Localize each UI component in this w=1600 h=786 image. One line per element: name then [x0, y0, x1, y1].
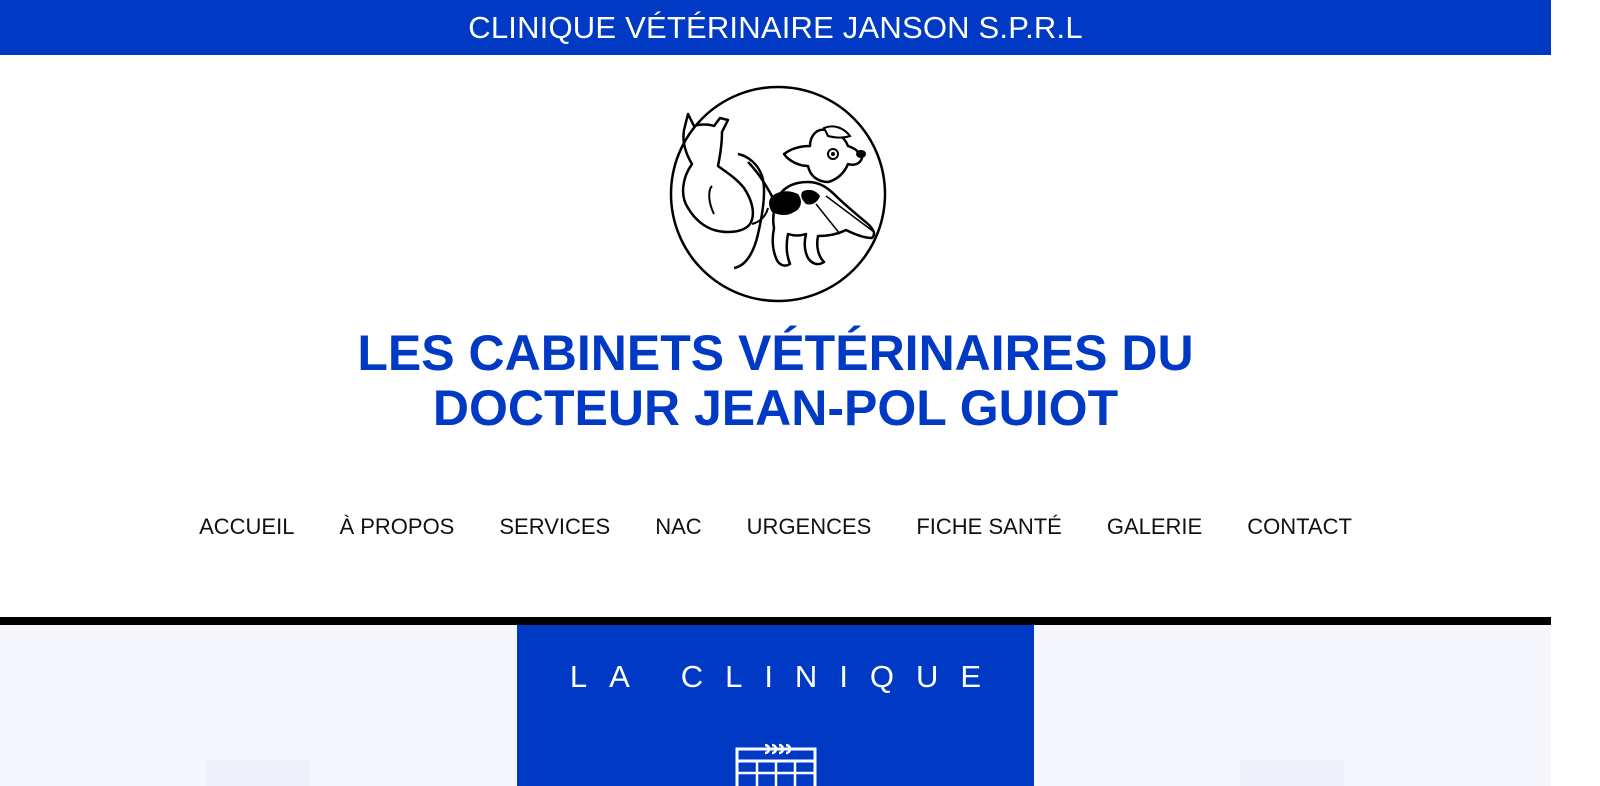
nav-item-services[interactable]: SERVICES — [499, 514, 610, 540]
nav-item-urgences[interactable]: URGENCES — [747, 514, 872, 540]
page-title: LES CABINETS VÉTÉRINAIRES DU DOCTEUR JEA… — [0, 326, 1551, 436]
page-title-line-2: DOCTEUR JEAN-POL GUIOT — [432, 380, 1119, 436]
top-banner: CLINIQUE VÉTÉRINAIRE JANSON S.P.R.L — [0, 0, 1551, 55]
nav-item-fiche-sante[interactable]: FICHE SANTÉ — [916, 514, 1061, 540]
nav-item-galerie[interactable]: GALERIE — [1107, 514, 1202, 540]
nav-item-a-propos[interactable]: À PROPOS — [339, 514, 454, 540]
main-navigation: ACCUEIL À PROPOS SERVICES NAC URGENCES F… — [0, 510, 1551, 544]
topbar-title: CLINIQUE VÉTÉRINAIRE JANSON S.P.R.L — [468, 9, 1083, 45]
clinic-logo[interactable] — [668, 84, 888, 304]
section-divider — [0, 617, 1551, 625]
nav-item-contact[interactable]: CONTACT — [1247, 514, 1352, 540]
scroll-gutter — [1551, 0, 1600, 786]
page-title-line-1: LES CABINETS VÉTÉRINAIRES DU — [357, 325, 1194, 381]
section-card-right[interactable] — [1240, 760, 1344, 786]
calendar-icon — [735, 741, 817, 786]
clinic-section-card[interactable]: LA CLINIQUE — [517, 625, 1034, 786]
nav-item-accueil[interactable]: ACCUEIL — [199, 514, 294, 540]
clinic-section-title: LA CLINIQUE — [569, 659, 1004, 694]
page: CLINIQUE VÉTÉRINAIRE JANSON S.P.R.L LES … — [0, 0, 1600, 786]
cat-and-dog-logo-icon — [669, 85, 887, 303]
nav-item-nac[interactable]: NAC — [655, 514, 701, 540]
section-card-left[interactable] — [206, 760, 310, 786]
